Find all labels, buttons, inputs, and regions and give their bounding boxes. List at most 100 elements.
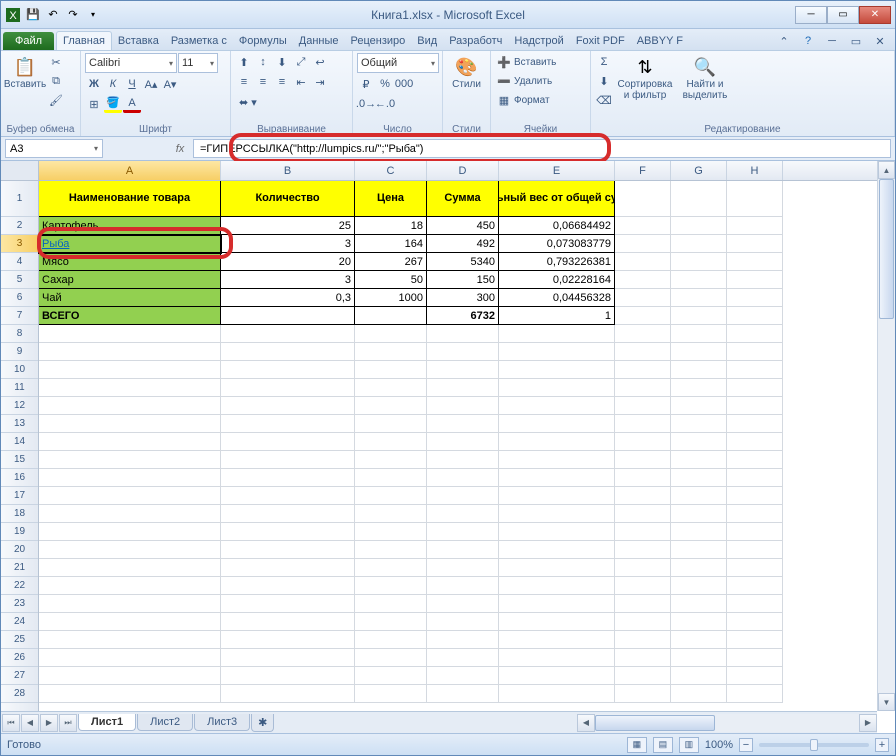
cell[interactable] — [499, 505, 615, 523]
tab-foxit[interactable]: Foxit PDF — [570, 32, 631, 50]
cell[interactable] — [671, 253, 727, 271]
redo-icon[interactable]: ↷ — [65, 7, 81, 23]
cell[interactable] — [499, 379, 615, 397]
cell[interactable] — [221, 487, 355, 505]
cell[interactable] — [727, 667, 783, 685]
cell[interactable] — [499, 325, 615, 343]
merge-cells-icon[interactable]: ⬌ ▾ — [235, 93, 261, 111]
cells-area[interactable]: Наименование товараКоличествоЦенаСуммаУд… — [39, 181, 877, 711]
insert-cells-button[interactable]: Вставить — [514, 57, 556, 68]
row-header[interactable]: 16 — [1, 469, 38, 487]
cell[interactable] — [615, 271, 671, 289]
row-header[interactable]: 7 — [1, 307, 38, 325]
vertical-scrollbar[interactable]: ▲ ▼ — [877, 161, 895, 711]
cell[interactable] — [727, 307, 783, 325]
sheet-tab-2[interactable]: Лист2 — [137, 714, 193, 731]
cell[interactable] — [427, 667, 499, 685]
cell[interactable]: 1 — [499, 307, 615, 325]
cell[interactable] — [355, 325, 427, 343]
row-header[interactable]: 20 — [1, 541, 38, 559]
cell[interactable] — [355, 649, 427, 667]
cell[interactable] — [39, 685, 221, 703]
row-header[interactable]: 19 — [1, 523, 38, 541]
cell[interactable] — [671, 685, 727, 703]
cell[interactable] — [499, 685, 615, 703]
cell[interactable] — [499, 397, 615, 415]
delete-cells-icon[interactable]: ➖ — [495, 72, 513, 90]
cell[interactable] — [615, 325, 671, 343]
cell[interactable] — [355, 307, 427, 325]
column-header[interactable]: D — [427, 161, 499, 180]
cell[interactable] — [221, 559, 355, 577]
doc-minimize-icon[interactable]: ─ — [823, 32, 841, 50]
minimize-button[interactable]: ─ — [795, 6, 827, 24]
cell[interactable]: 18 — [355, 217, 427, 235]
cell[interactable] — [221, 415, 355, 433]
cell[interactable] — [727, 271, 783, 289]
cell[interactable]: 3 — [221, 235, 355, 253]
decrease-indent-icon[interactable]: ⇤ — [292, 73, 310, 91]
cell[interactable]: 0,02228164 — [499, 271, 615, 289]
cell[interactable] — [615, 451, 671, 469]
cell[interactable] — [615, 487, 671, 505]
cell[interactable] — [221, 379, 355, 397]
pagebreak-view-icon[interactable]: ▥ — [679, 737, 699, 753]
cell[interactable]: 267 — [355, 253, 427, 271]
bold-icon[interactable]: Ж — [85, 75, 103, 93]
cell[interactable] — [671, 595, 727, 613]
format-painter-icon[interactable]: 🖌 — [47, 91, 65, 109]
cell[interactable] — [221, 325, 355, 343]
cell[interactable] — [671, 523, 727, 541]
cell[interactable] — [39, 343, 221, 361]
cell[interactable] — [671, 577, 727, 595]
cell[interactable] — [615, 307, 671, 325]
cell[interactable] — [671, 613, 727, 631]
cell[interactable] — [355, 541, 427, 559]
cell[interactable] — [671, 433, 727, 451]
cell[interactable] — [427, 649, 499, 667]
row-header[interactable]: 23 — [1, 595, 38, 613]
cell[interactable] — [615, 289, 671, 307]
cell[interactable] — [427, 379, 499, 397]
styles-button[interactable]: 🎨 Стили — [447, 53, 486, 93]
row-header[interactable]: 28 — [1, 685, 38, 703]
cell[interactable]: 1000 — [355, 289, 427, 307]
number-format-combo[interactable]: Общий▾ — [357, 53, 439, 73]
cell[interactable] — [221, 451, 355, 469]
sheet-tab-1[interactable]: Лист1 — [78, 714, 136, 731]
cell[interactable] — [671, 469, 727, 487]
currency-icon[interactable]: ₽ — [357, 75, 375, 93]
cell[interactable] — [671, 397, 727, 415]
tab-last-icon[interactable]: ⏭ — [59, 714, 77, 732]
cell[interactable] — [39, 541, 221, 559]
cell[interactable] — [221, 595, 355, 613]
cell[interactable] — [39, 451, 221, 469]
cell[interactable] — [499, 451, 615, 469]
zoom-in-icon[interactable]: + — [875, 738, 889, 752]
cell[interactable] — [39, 469, 221, 487]
cell[interactable]: Картофель — [39, 217, 221, 235]
fx-button[interactable]: fx — [171, 140, 189, 158]
horizontal-scrollbar[interactable]: ◀ ▶ — [577, 714, 877, 732]
cell[interactable] — [39, 379, 221, 397]
row-header[interactable]: 27 — [1, 667, 38, 685]
cell[interactable] — [221, 631, 355, 649]
cell[interactable] — [727, 217, 783, 235]
cell[interactable] — [615, 415, 671, 433]
scroll-up-icon[interactable]: ▲ — [878, 161, 895, 179]
cell[interactable] — [39, 523, 221, 541]
cell[interactable] — [39, 361, 221, 379]
normal-view-icon[interactable]: ▦ — [627, 737, 647, 753]
tab-formulas[interactable]: Формулы — [233, 32, 293, 50]
clear-icon[interactable]: ⌫ — [595, 91, 613, 109]
cell[interactable] — [427, 541, 499, 559]
cell[interactable] — [671, 631, 727, 649]
cell[interactable]: Цена — [355, 181, 427, 217]
scroll-left-icon[interactable]: ◀ — [577, 714, 595, 732]
cell[interactable] — [615, 559, 671, 577]
cell[interactable] — [39, 595, 221, 613]
cell[interactable] — [221, 433, 355, 451]
tab-insert[interactable]: Вставка — [112, 32, 165, 50]
cell[interactable] — [355, 595, 427, 613]
cell[interactable] — [427, 415, 499, 433]
